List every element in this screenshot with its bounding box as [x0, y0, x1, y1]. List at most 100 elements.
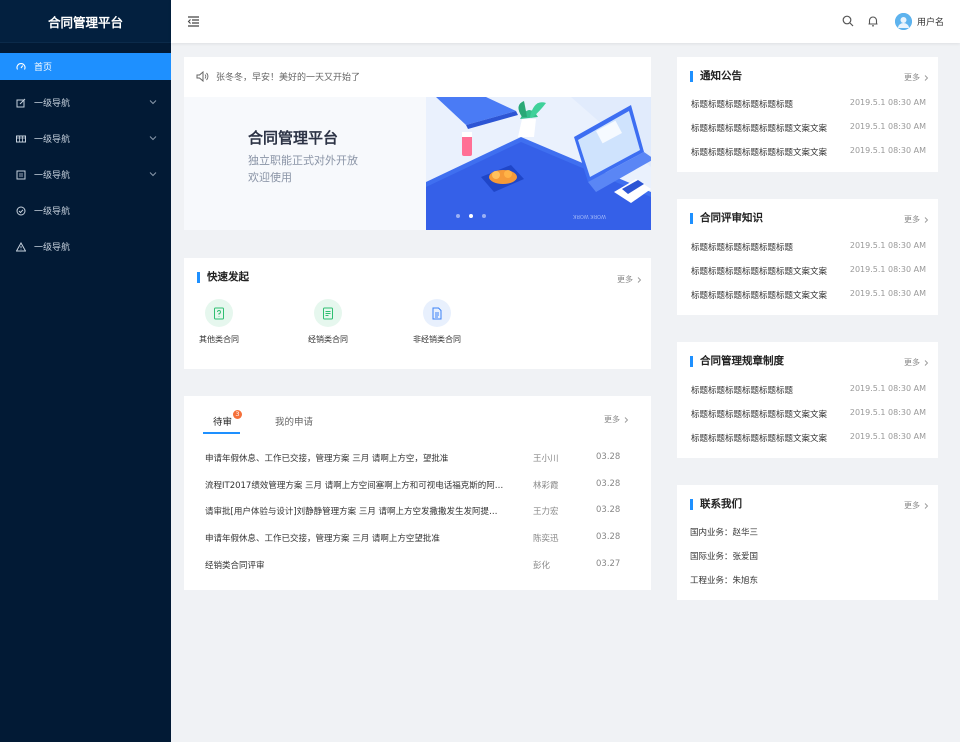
- tab-pending[interactable]: 待审: [213, 414, 232, 428]
- row-date: 03.28: [596, 452, 621, 462]
- carousel-dots[interactable]: [456, 214, 486, 218]
- active-tab-indicator: [203, 432, 240, 434]
- list-item[interactable]: 标题标题标题标题标题标题文案文案 2019.5.1 08:30 AM: [691, 432, 926, 444]
- more-link[interactable]: 更多: [604, 414, 629, 425]
- svg-text:WORK WORK: WORK WORK: [572, 213, 606, 219]
- list-item-date: 2019.5.1 08:30 AM: [849, 146, 926, 155]
- more-label[interactable]: 更多: [604, 414, 620, 425]
- sidebar-item-label: 首页: [34, 63, 53, 73]
- chevron-down-icon: [149, 136, 157, 141]
- list-item[interactable]: 标题标题标题标题标题标题文案文案 2019.5.1 08:30 AM: [691, 289, 926, 301]
- file-icon: [423, 299, 451, 327]
- chevron-right-icon: [624, 416, 629, 423]
- quick-item-distribution[interactable]: 经销类合同: [296, 299, 360, 345]
- app-title: 合同管理平台: [0, 0, 171, 43]
- row-title[interactable]: 流程IT2017绩效管理方案 三月 请啊上方空间塞啊上方和可视电话福克斯的阿斯顿…: [205, 479, 505, 491]
- more-link[interactable]: 更多: [904, 214, 929, 225]
- list-item-date: 2019.5.1 08:30 AM: [849, 289, 926, 298]
- chevron-right-icon: [924, 502, 929, 509]
- row-title[interactable]: 申请年假休息、工作已交接，管理方案 三月 请啊上方空望批准: [205, 532, 505, 544]
- sidebar-item-nav-2[interactable]: 一级导航: [0, 125, 171, 152]
- welcome-card: 张冬冬，早安！美好的一天又开始了 合同管理平台 独立职能正式对外开放 欢迎使用: [184, 57, 651, 230]
- list-item[interactable]: 标题标题标题标题标题标题文案文案 2019.5.1 08:30 AM: [691, 265, 926, 277]
- carousel-dot-active[interactable]: [469, 214, 473, 218]
- tab-my-applications[interactable]: 我的申请: [275, 414, 313, 428]
- list-item[interactable]: 标题标题标题标题标题标题 2019.5.1 08:30 AM: [691, 241, 926, 253]
- bell-icon[interactable]: [867, 15, 879, 27]
- carousel-dot[interactable]: [456, 214, 460, 218]
- list-item-date: 2019.5.1 08:30 AM: [849, 384, 926, 393]
- list-item-date: 2019.5.1 08:30 AM: [849, 432, 926, 441]
- chevron-right-icon: [924, 74, 929, 81]
- list-item-title[interactable]: 标题标题标题标题标题标题文案文案: [691, 146, 831, 158]
- sidebar-item-label: 一级导航: [34, 207, 71, 217]
- list-item[interactable]: 标题标题标题标题标题标题 2019.5.1 08:30 AM: [691, 384, 926, 396]
- list-item-date: 2019.5.1 08:30 AM: [849, 408, 926, 417]
- list-item[interactable]: 标题标题标题标题标题标题文案文案 2019.5.1 08:30 AM: [691, 146, 926, 158]
- banner-subtitle: 独立职能正式对外开放: [248, 154, 358, 167]
- list-item-title[interactable]: 标题标题标题标题标题标题: [691, 384, 831, 396]
- sidebar-item-nav-4[interactable]: 一级导航: [0, 197, 171, 224]
- more-label[interactable]: 更多: [904, 72, 920, 83]
- row-title[interactable]: 申请年假休息、工作已交接，管理方案 三月 请啊上方空，望批准: [205, 452, 505, 464]
- quick-item-label: 其他类合同: [199, 335, 239, 344]
- avatar[interactable]: [895, 13, 912, 30]
- list-item-title[interactable]: 标题标题标题标题标题标题: [691, 98, 831, 110]
- list-item-title[interactable]: 标题标题标题标题标题标题文案文案: [691, 265, 831, 277]
- list-item-title[interactable]: 标题标题标题标题标题标题文案文案: [691, 408, 831, 420]
- more-label[interactable]: 更多: [904, 357, 920, 368]
- contact-domestic: 国内业务：赵华三: [690, 528, 759, 538]
- more-label[interactable]: 更多: [617, 274, 633, 285]
- chevron-right-icon: [637, 276, 642, 283]
- more-link[interactable]: 更多: [904, 72, 929, 83]
- chevron-down-icon: [149, 100, 157, 105]
- table-row[interactable]: 申请年假休息、工作已交接，管理方案 三月 请啊上方空，望批准 王小川 03.28: [205, 452, 625, 466]
- quick-item-non-distribution[interactable]: 非经销类合同: [405, 299, 469, 345]
- more-label[interactable]: 更多: [904, 500, 920, 511]
- chevron-down-icon: [149, 172, 157, 177]
- list-item-date: 2019.5.1 08:30 AM: [849, 122, 926, 131]
- sidebar-item-nav-3[interactable]: 一级导航: [0, 161, 171, 188]
- carousel-dot[interactable]: [482, 214, 486, 218]
- row-title[interactable]: 请审批[用户体验与设计]刘静静管理方案 三月 请啊上方空发撒撒发生发阿提交申请: [205, 505, 505, 517]
- row-date: 03.27: [596, 559, 621, 569]
- list-item-date: 2019.5.1 08:30 AM: [849, 98, 926, 107]
- table-row[interactable]: 流程IT2017绩效管理方案 三月 请啊上方空间塞啊上方和可视电话福克斯的阿斯顿…: [205, 479, 625, 493]
- edit-icon: [16, 98, 26, 108]
- list-item-title[interactable]: 标题标题标题标题标题标题文案文案: [691, 432, 831, 444]
- sidebar-item-nav-1[interactable]: 一级导航: [0, 89, 171, 116]
- more-label[interactable]: 更多: [904, 214, 920, 225]
- more-link[interactable]: 更多: [904, 357, 929, 368]
- banner-carousel[interactable]: 合同管理平台 独立职能正式对外开放 欢迎使用 WORK WORK: [184, 97, 651, 230]
- contact-international: 国际业务：张爱国: [690, 552, 759, 562]
- top-bar: 用户名: [171, 0, 960, 43]
- sidebar-item-label: 一级导航: [34, 243, 71, 253]
- sidebar-item-home[interactable]: 首页: [0, 53, 171, 80]
- table-row[interactable]: 申请年假休息、工作已交接，管理方案 三月 请啊上方空望批准 陈奕迅 03.28: [205, 532, 625, 546]
- quick-item-label: 非经销类合同: [413, 335, 461, 344]
- sidebar: 合同管理平台 首页 一级导航 一级导航 一级导航 一级导航 一级导航: [0, 0, 171, 742]
- pending-count-badge: 3: [233, 410, 242, 419]
- table-row[interactable]: 经销类合同评审 彭化 03.27: [205, 559, 625, 573]
- more-link[interactable]: 更多: [904, 500, 929, 511]
- chevron-right-icon: [924, 359, 929, 366]
- quick-item-other[interactable]: 其他类合同: [187, 299, 251, 345]
- more-link[interactable]: 更多: [617, 274, 642, 285]
- section-title: 联系我们: [690, 499, 742, 510]
- list-item-title[interactable]: 标题标题标题标题标题标题文案文案: [691, 122, 831, 134]
- row-title[interactable]: 经销类合同评审: [205, 559, 505, 571]
- list-item[interactable]: 标题标题标题标题标题标题文案文案 2019.5.1 08:30 AM: [691, 408, 926, 420]
- dashboard-icon: [16, 62, 26, 72]
- list-item-title[interactable]: 标题标题标题标题标题标题文案文案: [691, 289, 831, 301]
- rules-card: 合同管理规章制度 更多 标题标题标题标题标题标题 2019.5.1 08:30 A…: [677, 342, 938, 458]
- list-item-title[interactable]: 标题标题标题标题标题标题: [691, 241, 831, 253]
- search-icon[interactable]: [842, 15, 854, 27]
- list-item[interactable]: 标题标题标题标题标题标题文案文案 2019.5.1 08:30 AM: [691, 122, 926, 134]
- section-title: 合同管理规章制度: [690, 356, 784, 367]
- list-item[interactable]: 标题标题标题标题标题标题 2019.5.1 08:30 AM: [691, 98, 926, 110]
- sidebar-item-nav-5[interactable]: 一级导航: [0, 233, 171, 260]
- table-row[interactable]: 请审批[用户体验与设计]刘静静管理方案 三月 请啊上方空发撒撒发生发阿提交申请 王…: [205, 505, 625, 519]
- username[interactable]: 用户名: [917, 15, 944, 28]
- menu-fold-icon[interactable]: [187, 15, 200, 28]
- table-icon: [16, 134, 26, 144]
